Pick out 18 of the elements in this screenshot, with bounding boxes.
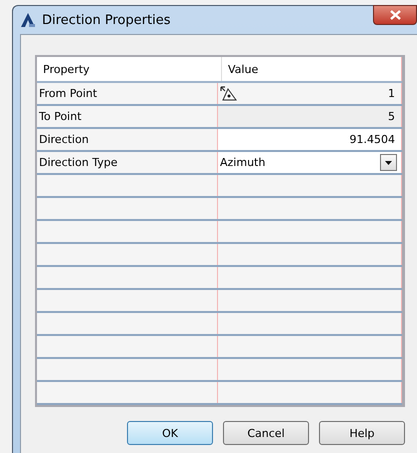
- column-header: Value: [221, 57, 402, 81]
- close-button[interactable]: [373, 5, 417, 25]
- pick-point-icon[interactable]: [220, 86, 238, 102]
- dialog-button[interactable]: OK: [127, 421, 213, 445]
- property-name: From Point: [38, 86, 98, 102]
- window-title: Direction Properties: [42, 12, 172, 28]
- value-text: 5: [388, 110, 395, 123]
- value-field[interactable]: 91.4504: [350, 133, 395, 146]
- dialog-button[interactable]: Cancel: [223, 421, 309, 445]
- value-text: 1: [388, 87, 395, 100]
- property-name: To Point: [38, 109, 82, 125]
- property-name: Direction: [38, 132, 90, 148]
- dialog-button[interactable]: Help: [319, 421, 405, 445]
- app-logo-icon: [20, 12, 36, 28]
- property-name: Direction Type: [38, 155, 118, 171]
- column-header: Property: [42, 62, 91, 78]
- close-icon: [390, 10, 400, 20]
- caret-icon: [385, 160, 392, 164]
